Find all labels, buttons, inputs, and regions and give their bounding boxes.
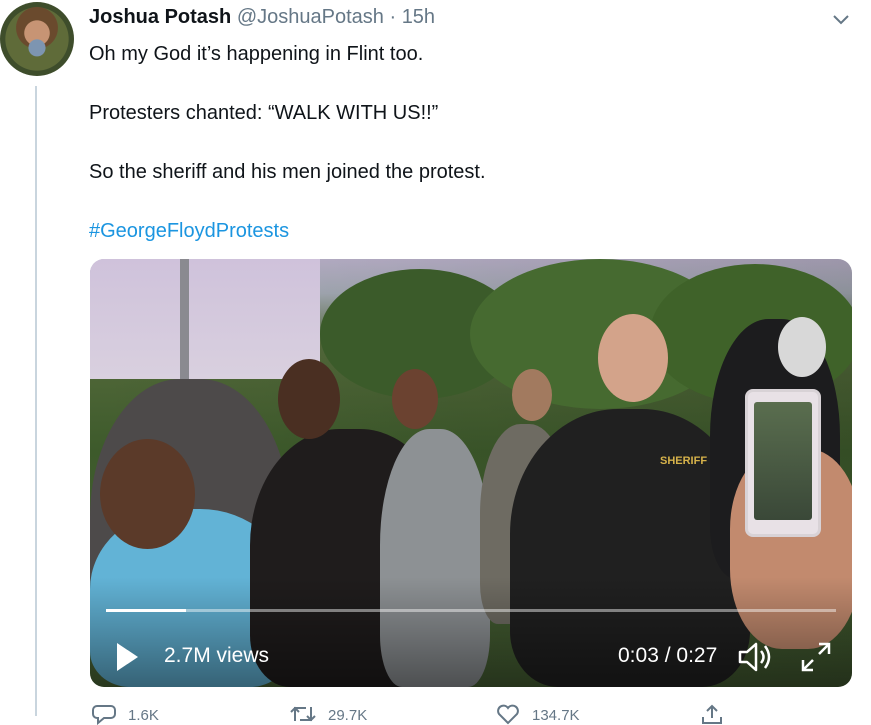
- share-icon: [702, 704, 722, 724]
- video-person-head: [778, 317, 826, 377]
- video-player[interactable]: SHERIFF 2.7M views 0:03 / 0:27: [90, 259, 852, 687]
- video-sky: [90, 259, 320, 379]
- author-avatar[interactable]: [0, 2, 74, 76]
- tweet-body: Oh my God it’s happening in Flint too. P…: [89, 39, 829, 275]
- volume-icon[interactable]: [738, 641, 774, 673]
- progress-bar[interactable]: [106, 609, 836, 612]
- video-timecode: 0:03 / 0:27: [618, 644, 717, 668]
- video-person-head: [100, 439, 195, 549]
- like-button[interactable]: 134.7K: [496, 703, 580, 725]
- tweet-line-2: Protesters chanted: “WALK WITH US!!”: [89, 102, 439, 124]
- tweet-header: Joshua Potash @JoshuaPotash · 15h: [89, 6, 435, 29]
- reply-icon: [92, 705, 116, 725]
- tweet-line-3: So the sheriff and his men joined the pr…: [89, 161, 486, 183]
- duration: 0:27: [676, 644, 718, 667]
- reply-button[interactable]: 1.6K: [92, 703, 159, 725]
- tweet-line-1: Oh my God it’s happening in Flint too.: [89, 43, 424, 65]
- heart-icon: [497, 704, 519, 725]
- author-handle[interactable]: @JoshuaPotash: [237, 6, 384, 28]
- thread-line: [35, 86, 37, 716]
- share-button[interactable]: [700, 703, 736, 725]
- video-phone: [745, 389, 821, 537]
- chevron-down-icon[interactable]: [831, 10, 851, 30]
- tweet-timestamp[interactable]: 15h: [402, 6, 435, 28]
- hashtag-link[interactable]: #GeorgeFloydProtests: [89, 220, 289, 242]
- video-person-head: [512, 369, 552, 421]
- author-name[interactable]: Joshua Potash: [89, 6, 231, 28]
- video-person-head: [392, 369, 438, 429]
- header-separator: ·: [389, 6, 397, 28]
- play-icon[interactable]: [114, 641, 140, 673]
- retweet-button[interactable]: 29.7K: [290, 703, 367, 725]
- retweet-icon: [290, 706, 316, 722]
- shirt-text: SHERIFF: [660, 455, 708, 467]
- video-person-head: [598, 314, 668, 402]
- current-time: 0:03: [618, 644, 659, 667]
- progress-fill: [106, 609, 187, 612]
- time-separator: /: [664, 644, 671, 667]
- video-person-head: [278, 359, 340, 439]
- fullscreen-icon[interactable]: [800, 641, 832, 673]
- view-count: 2.7M views: [164, 644, 270, 667]
